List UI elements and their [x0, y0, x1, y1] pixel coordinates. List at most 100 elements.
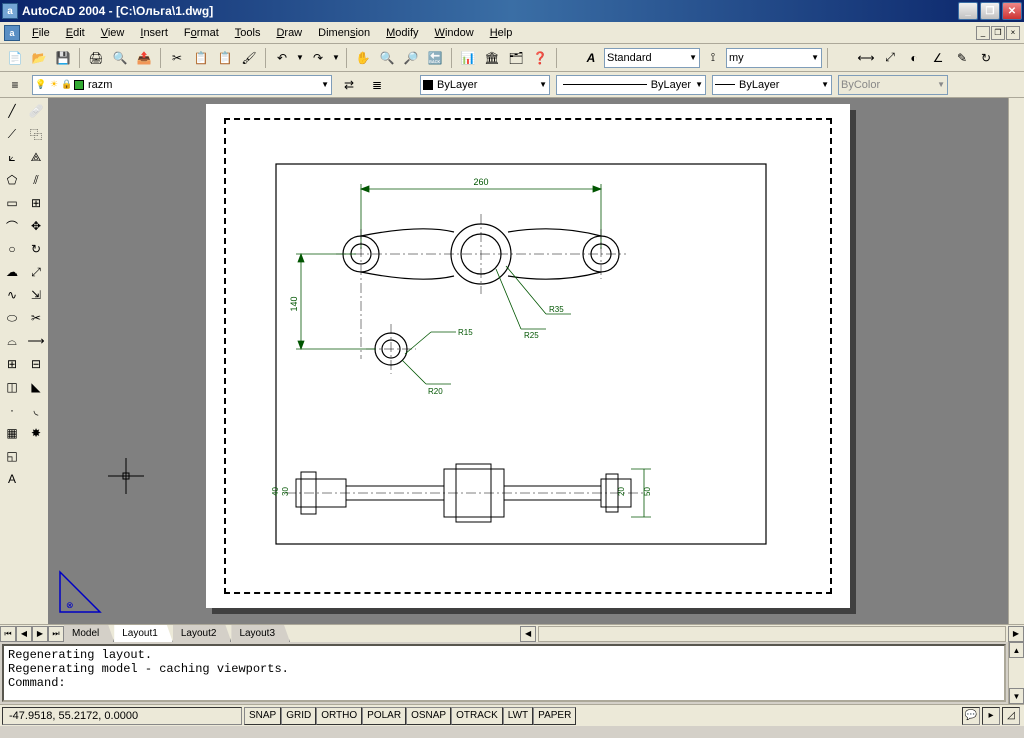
move-button[interactable]: ✥: [25, 215, 47, 237]
copy-obj-button[interactable]: ⿻: [25, 123, 47, 145]
status-toggle-otrack[interactable]: OTRACK: [451, 707, 503, 725]
menu-help[interactable]: Help: [482, 25, 521, 41]
drawing-canvas[interactable]: 260: [48, 98, 1008, 624]
tab-prev-button[interactable]: ◀: [16, 626, 32, 642]
layer-states-button[interactable]: ≣: [366, 74, 388, 96]
horizontal-scrollbar[interactable]: [538, 626, 1006, 642]
break-button[interactable]: ⊟: [25, 353, 47, 375]
polygon-button[interactable]: ⬠: [1, 169, 23, 191]
coords-display[interactable]: -47.9518, 55.2172, 0.0000: [2, 707, 242, 725]
layer-previous-button[interactable]: ⇄: [338, 74, 360, 96]
lineweight-dropdown[interactable]: ByLayer▼: [712, 75, 832, 95]
scale-button[interactable]: ⤢: [25, 261, 47, 283]
mtext-button[interactable]: A: [1, 468, 23, 490]
tab-model[interactable]: Model: [64, 625, 114, 642]
stretch-button[interactable]: ⇲: [25, 284, 47, 306]
status-toggle-osnap[interactable]: OSNAP: [406, 707, 451, 725]
tray-settings-icon[interactable]: ▸: [982, 707, 1000, 725]
dim-edit-button[interactable]: ✎: [951, 47, 973, 69]
new-button[interactable]: 📄: [4, 47, 26, 69]
mirror-button[interactable]: ⟁: [25, 146, 47, 168]
rotate-button[interactable]: ↻: [25, 238, 47, 260]
ellipse-arc-button[interactable]: ⌓: [1, 330, 23, 352]
menu-dimension[interactable]: Dimension: [310, 25, 378, 41]
pan-button[interactable]: ✋: [352, 47, 374, 69]
command-window[interactable]: Regenerating layout. Regenerating model …: [2, 644, 1006, 702]
zoom-realtime-button[interactable]: 🔍: [376, 47, 398, 69]
rectangle-button[interactable]: ▭: [1, 192, 23, 214]
command-scrollbar[interactable]: ▲ ▼: [1008, 642, 1024, 704]
line-button[interactable]: ╱: [1, 100, 23, 122]
linetype-dropdown[interactable]: ByLayer▼: [556, 75, 706, 95]
spline-button[interactable]: ∿: [1, 284, 23, 306]
ellipse-button[interactable]: ⬭: [1, 307, 23, 329]
undo-button[interactable]: ↶: [271, 47, 293, 69]
redo-button[interactable]: ↷: [307, 47, 329, 69]
text-style-icon[interactable]: A: [580, 47, 602, 69]
copy-button[interactable]: 📋: [190, 47, 212, 69]
tool-palettes-button[interactable]: 🗂: [505, 47, 527, 69]
undo-dropdown[interactable]: ▼: [295, 47, 305, 69]
status-toggle-paper[interactable]: PAPER: [533, 707, 576, 725]
circle-button[interactable]: ○: [1, 238, 23, 260]
fillet-button[interactable]: ◟: [25, 399, 47, 421]
vertical-scrollbar[interactable]: [1008, 98, 1024, 624]
tray-lock-icon[interactable]: ◿: [1002, 707, 1020, 725]
erase-button[interactable]: 🩹: [25, 100, 47, 122]
arc-button[interactable]: ⌒: [1, 215, 23, 237]
dim-angular-button[interactable]: ∠: [927, 47, 949, 69]
zoom-window-button[interactable]: 🔎: [400, 47, 422, 69]
status-toggle-lwt[interactable]: LWT: [503, 707, 533, 725]
cmd-scroll-up-button[interactable]: ▲: [1009, 642, 1024, 658]
plot-button[interactable]: 🖨: [85, 47, 107, 69]
menu-window[interactable]: Window: [427, 25, 482, 41]
menu-insert[interactable]: Insert: [132, 25, 176, 41]
zoom-previous-button[interactable]: 🔙: [424, 47, 446, 69]
tab-next-button[interactable]: ▶: [32, 626, 48, 642]
plot-preview-button[interactable]: 🔍: [109, 47, 131, 69]
hscroll-right-button[interactable]: ▶: [1008, 626, 1024, 642]
tab-layout2[interactable]: Layout2: [173, 625, 232, 642]
hatch-button[interactable]: ▦: [1, 422, 23, 444]
doc-restore-button[interactable]: ❐: [991, 26, 1005, 40]
dim-style-dropdown[interactable]: my▼: [726, 48, 822, 68]
menu-format[interactable]: Format: [176, 25, 227, 41]
menu-file[interactable]: File: [24, 25, 58, 41]
color-dropdown[interactable]: ByLayer▼: [420, 75, 550, 95]
publish-button[interactable]: 📤: [133, 47, 155, 69]
tab-layout1[interactable]: Layout1: [114, 625, 173, 642]
explode-button[interactable]: ✸: [25, 422, 47, 444]
menu-draw[interactable]: Draw: [268, 25, 310, 41]
status-toggle-polar[interactable]: POLAR: [362, 707, 406, 725]
cut-button[interactable]: ✂: [166, 47, 188, 69]
insert-block-button[interactable]: ⊞: [1, 353, 23, 375]
array-button[interactable]: ⊞: [25, 192, 47, 214]
dim-aligned-button[interactable]: ⤢: [879, 47, 901, 69]
menu-edit[interactable]: Edit: [58, 25, 93, 41]
status-toggle-grid[interactable]: GRID: [281, 707, 316, 725]
menu-tools[interactable]: Tools: [227, 25, 269, 41]
maximize-button[interactable]: ❐: [980, 2, 1000, 20]
redo-dropdown[interactable]: ▼: [331, 47, 341, 69]
revcloud-button[interactable]: ☁: [1, 261, 23, 283]
status-toggle-snap[interactable]: SNAP: [244, 707, 281, 725]
offset-button[interactable]: ⫽: [25, 169, 47, 191]
xline-button[interactable]: ⟋: [1, 123, 23, 145]
dim-linear-button[interactable]: ⟷: [855, 47, 877, 69]
close-button[interactable]: ✕: [1002, 2, 1022, 20]
dim-update-button[interactable]: ↻: [975, 47, 997, 69]
pline-button[interactable]: ⟀: [1, 146, 23, 168]
paste-button[interactable]: 📋: [214, 47, 236, 69]
layer-dropdown[interactable]: 💡 ☀ 🔒 razm ▼: [32, 75, 332, 95]
status-toggle-ortho[interactable]: ORTHO: [316, 707, 362, 725]
chamfer-button[interactable]: ◣: [25, 376, 47, 398]
extend-button[interactable]: ⟶: [25, 330, 47, 352]
dim-style-icon[interactable]: ⟟: [702, 47, 724, 69]
make-block-button[interactable]: ◫: [1, 376, 23, 398]
region-button[interactable]: ◱: [1, 445, 23, 467]
design-center-button[interactable]: 🏛: [481, 47, 503, 69]
menu-modify[interactable]: Modify: [378, 25, 426, 41]
tab-layout3[interactable]: Layout3: [231, 625, 290, 642]
doc-minimize-button[interactable]: _: [976, 26, 990, 40]
open-button[interactable]: 📂: [28, 47, 50, 69]
